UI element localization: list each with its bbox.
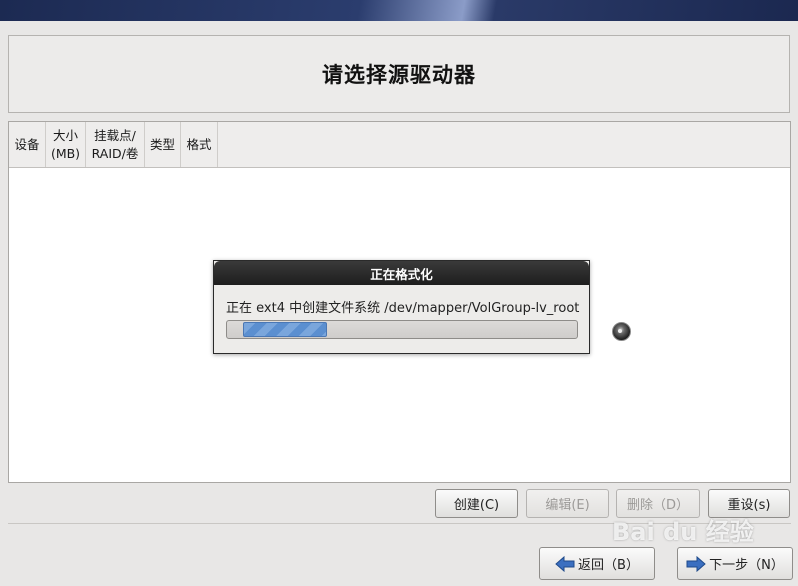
progress-bar bbox=[226, 320, 578, 339]
back-button[interactable]: 返回（B） bbox=[539, 547, 655, 580]
arrow-left-icon bbox=[555, 555, 575, 572]
page-title: 请选择源驱动器 bbox=[322, 63, 476, 87]
edit-button[interactable]: 编辑(E) bbox=[526, 489, 609, 518]
dialog-message: 正在 ext4 中创建文件系统 /dev/mapper/VolGroup-lv_… bbox=[226, 301, 580, 316]
table-header: 设备 大小 (MB) 挂载点/ RAID/卷 类型 格式 bbox=[9, 122, 790, 168]
column-header-mountpoint[interactable]: 挂载点/ RAID/卷 bbox=[86, 122, 145, 167]
column-header-format[interactable]: 格式 bbox=[181, 122, 218, 167]
progress-bar-fill bbox=[243, 322, 327, 337]
next-button-label: 下一步（N） bbox=[709, 558, 784, 573]
next-button[interactable]: 下一步（N） bbox=[677, 547, 793, 580]
separator bbox=[8, 523, 791, 524]
arrow-right-icon bbox=[686, 555, 706, 572]
column-header-size[interactable]: 大小 (MB) bbox=[46, 122, 86, 167]
column-header-filler bbox=[218, 122, 790, 167]
formatting-dialog: 正在格式化 正在 ext4 中创建文件系统 /dev/mapper/VolGro… bbox=[213, 260, 590, 354]
delete-button[interactable]: 删除（D） bbox=[616, 489, 700, 518]
column-header-device[interactable]: 设备 bbox=[9, 122, 46, 167]
header-panel: 请选择源驱动器 bbox=[8, 35, 790, 113]
create-button[interactable]: 创建(C) bbox=[435, 489, 518, 518]
top-banner bbox=[0, 0, 798, 21]
dialog-title: 正在格式化 bbox=[214, 261, 589, 285]
spinner-icon bbox=[612, 322, 631, 341]
column-header-type[interactable]: 类型 bbox=[145, 122, 181, 167]
back-button-label: 返回（B） bbox=[578, 558, 639, 573]
reset-button[interactable]: 重设(s) bbox=[708, 489, 790, 518]
